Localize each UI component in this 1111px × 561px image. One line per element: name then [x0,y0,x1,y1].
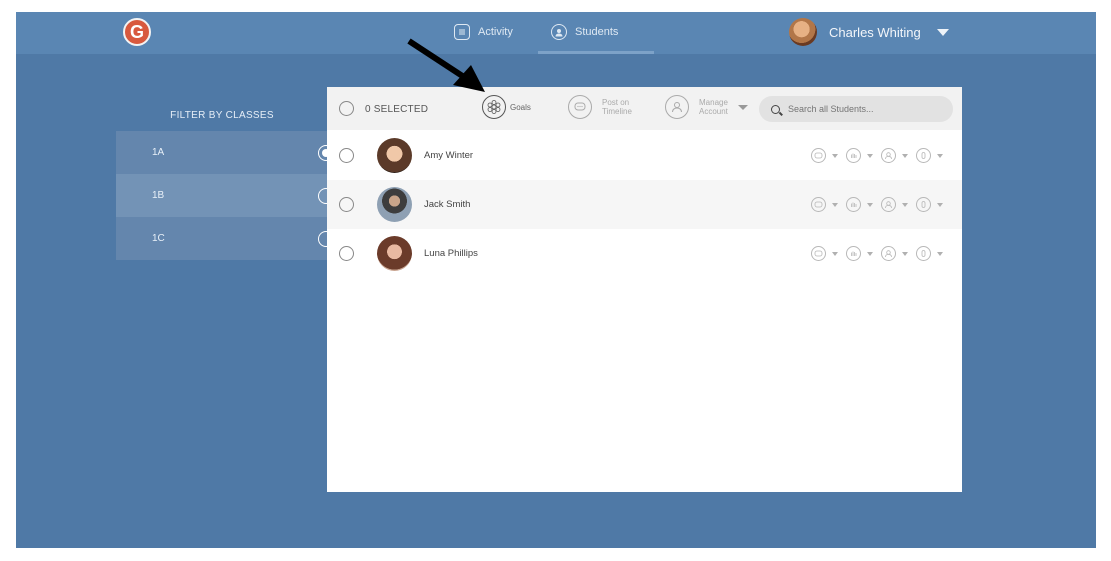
class-label: 1B [152,190,165,201]
goals-label: Goals [510,102,531,112]
app-logo[interactable]: G [123,18,151,46]
chevron-down-icon[interactable] [867,153,873,158]
hand-icon[interactable] [846,246,861,261]
group-icon[interactable] [881,197,896,212]
chevron-down-icon[interactable] [902,202,908,207]
timeline-label: Timeline [602,107,632,116]
annotation-arrow [407,38,485,92]
class-filter-1b[interactable]: 1B [116,174,334,217]
student-select-radio[interactable] [339,148,354,163]
manage-label: Manage [699,98,728,107]
student-actions [811,148,948,163]
students-panel: 0 SELECTED Goals Post on Timeline Manage… [327,87,962,492]
user-avatar [789,18,817,46]
goals-button[interactable]: Goals [482,95,531,119]
chevron-down-icon[interactable] [832,202,838,207]
chevron-down-icon [936,28,949,36]
comment-icon[interactable] [811,246,826,261]
chevron-down-icon[interactable] [832,251,838,256]
select-all-radio[interactable] [339,101,354,116]
search-icon [771,104,780,114]
nav-students[interactable]: Students [551,24,618,40]
chevron-down-icon[interactable] [902,251,908,256]
student-row[interactable]: Jack Smith [327,180,962,229]
search-bar [759,96,953,122]
student-avatar [377,236,412,271]
comment-icon[interactable] [811,197,826,212]
manage-account-button[interactable]: Manage Account [665,95,748,119]
account-icon [665,95,689,119]
comment-icon[interactable] [811,148,826,163]
app-window: G Activity Students Charles Whiting FILT… [16,12,1096,548]
chevron-down-icon[interactable] [937,251,943,256]
student-actions [811,197,948,212]
chevron-down-icon[interactable] [902,153,908,158]
student-name: Luna Phillips [424,248,478,259]
chevron-down-icon[interactable] [832,153,838,158]
class-filter-1c[interactable]: 1C [116,217,334,260]
attachment-icon[interactable] [916,246,931,261]
class-label: 1C [152,233,165,244]
user-name: Charles Whiting [829,24,921,40]
class-label: 1A [152,147,165,158]
group-icon[interactable] [881,148,896,163]
search-input[interactable] [786,103,940,115]
active-tab-indicator [538,51,654,54]
goals-icon [482,95,506,119]
nav-students-label: Students [575,26,619,38]
student-name: Jack Smith [424,199,471,210]
account-label: Account [699,107,728,116]
chevron-down-icon [737,104,748,110]
top-navigation-bar: G Activity Students Charles Whiting [16,12,1096,54]
post-on-timeline-button[interactable]: Post on Timeline [568,95,632,119]
class-filter-1a[interactable]: 1A [116,131,334,174]
student-name: Amy Winter [424,150,474,161]
attachment-icon[interactable] [916,197,931,212]
hand-icon[interactable] [846,148,861,163]
user-icon [551,24,567,40]
chevron-down-icon[interactable] [937,202,943,207]
comment-icon [568,95,592,119]
user-menu[interactable]: Charles Whiting [789,18,949,46]
student-select-radio[interactable] [339,246,354,261]
group-icon[interactable] [881,246,896,261]
post-on-label: Post on [602,98,630,107]
filter-by-classes-heading: FILTER BY CLASSES [170,110,274,121]
student-avatar [377,187,412,222]
hand-icon[interactable] [846,197,861,212]
chevron-down-icon[interactable] [867,251,873,256]
student-avatar [377,138,412,173]
student-row[interactable]: Amy Winter [327,131,962,180]
chevron-down-icon[interactable] [867,202,873,207]
attachment-icon[interactable] [916,148,931,163]
chevron-down-icon[interactable] [937,153,943,158]
student-select-radio[interactable] [339,197,354,212]
selected-count: 0 SELECTED [365,104,429,115]
student-row[interactable]: Luna Phillips [327,229,962,278]
student-actions [811,246,948,261]
